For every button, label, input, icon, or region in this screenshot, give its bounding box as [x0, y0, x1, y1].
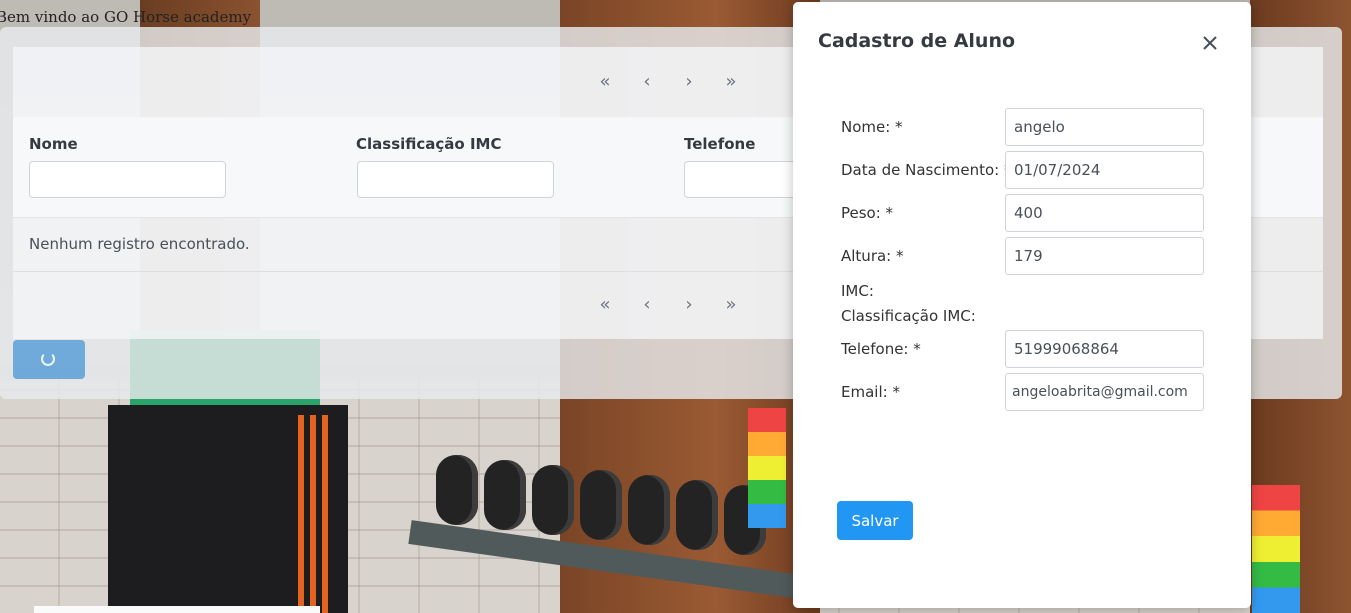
dumbbell: [436, 455, 478, 525]
shorts-stripe: [310, 415, 316, 613]
field-peso: Peso: *: [841, 194, 1211, 232]
welcome-text: Bem vindo ao GO Horse academy: [0, 8, 252, 26]
dumbbell: [580, 470, 622, 540]
field-email: Email: *: [841, 373, 1211, 411]
close-icon: [1203, 36, 1217, 50]
field-nascimento: Data de Nascimento: *: [841, 151, 1211, 189]
telefone-label: Telefone: *: [841, 340, 921, 358]
close-button[interactable]: [1197, 30, 1223, 56]
next-page-button[interactable]: ›: [674, 292, 704, 318]
next-page-button[interactable]: ›: [674, 69, 704, 95]
altura-input[interactable]: [1005, 237, 1204, 275]
add-student-button[interactable]: [13, 340, 85, 379]
first-page-button[interactable]: «: [590, 69, 620, 95]
field-altura: Altura: *: [841, 237, 1211, 275]
column-header-nome[interactable]: Nome: [29, 135, 78, 153]
shorts-stripe: [298, 415, 304, 613]
dumbbell: [532, 465, 574, 535]
last-page-button[interactable]: »: [716, 69, 746, 95]
email-label: Email: *: [841, 383, 900, 401]
bottom-bar: [34, 606, 320, 613]
first-page-button[interactable]: «: [590, 292, 620, 318]
rainbow-leg-wrap: [1252, 485, 1300, 613]
save-button[interactable]: Salvar: [837, 501, 913, 540]
peso-input[interactable]: [1005, 194, 1204, 232]
classificacao-label: Classificação IMC:: [841, 307, 976, 325]
email-input[interactable]: [1005, 373, 1204, 411]
field-telefone: Telefone: *: [841, 330, 1211, 368]
rainbow-leg-wrap: [748, 408, 786, 528]
empty-message: Nenhum registro encontrado.: [29, 235, 250, 253]
peso-label: Peso: *: [841, 204, 894, 222]
column-header-classificacao[interactable]: Classificação IMC: [356, 135, 501, 153]
nome-label: Nome: *: [841, 118, 903, 136]
filter-classificacao-input[interactable]: [357, 161, 554, 198]
student-form-dialog: Cadastro de Aluno Nome: * Data de Nascim…: [793, 2, 1251, 608]
telefone-input[interactable]: [1005, 330, 1204, 368]
nome-input[interactable]: [1005, 108, 1204, 146]
dialog-title: Cadastro de Aluno: [818, 30, 1016, 52]
shorts-stripe: [322, 415, 328, 613]
spinner-icon: [41, 352, 55, 366]
imc-label: IMC:: [841, 282, 874, 300]
nascimento-label: Data de Nascimento: *: [841, 161, 1012, 179]
dumbbell: [676, 480, 718, 550]
prev-page-button[interactable]: ‹: [632, 292, 662, 318]
prev-page-button[interactable]: ‹: [632, 69, 662, 95]
altura-label: Altura: *: [841, 247, 904, 265]
field-nome: Nome: *: [841, 108, 1211, 146]
last-page-button[interactable]: »: [716, 292, 746, 318]
filter-nome-input[interactable]: [29, 161, 226, 198]
nascimento-input[interactable]: [1005, 151, 1204, 189]
dumbbell: [484, 460, 526, 530]
column-header-telefone[interactable]: Telefone: [684, 135, 755, 153]
dumbbell: [628, 475, 670, 545]
